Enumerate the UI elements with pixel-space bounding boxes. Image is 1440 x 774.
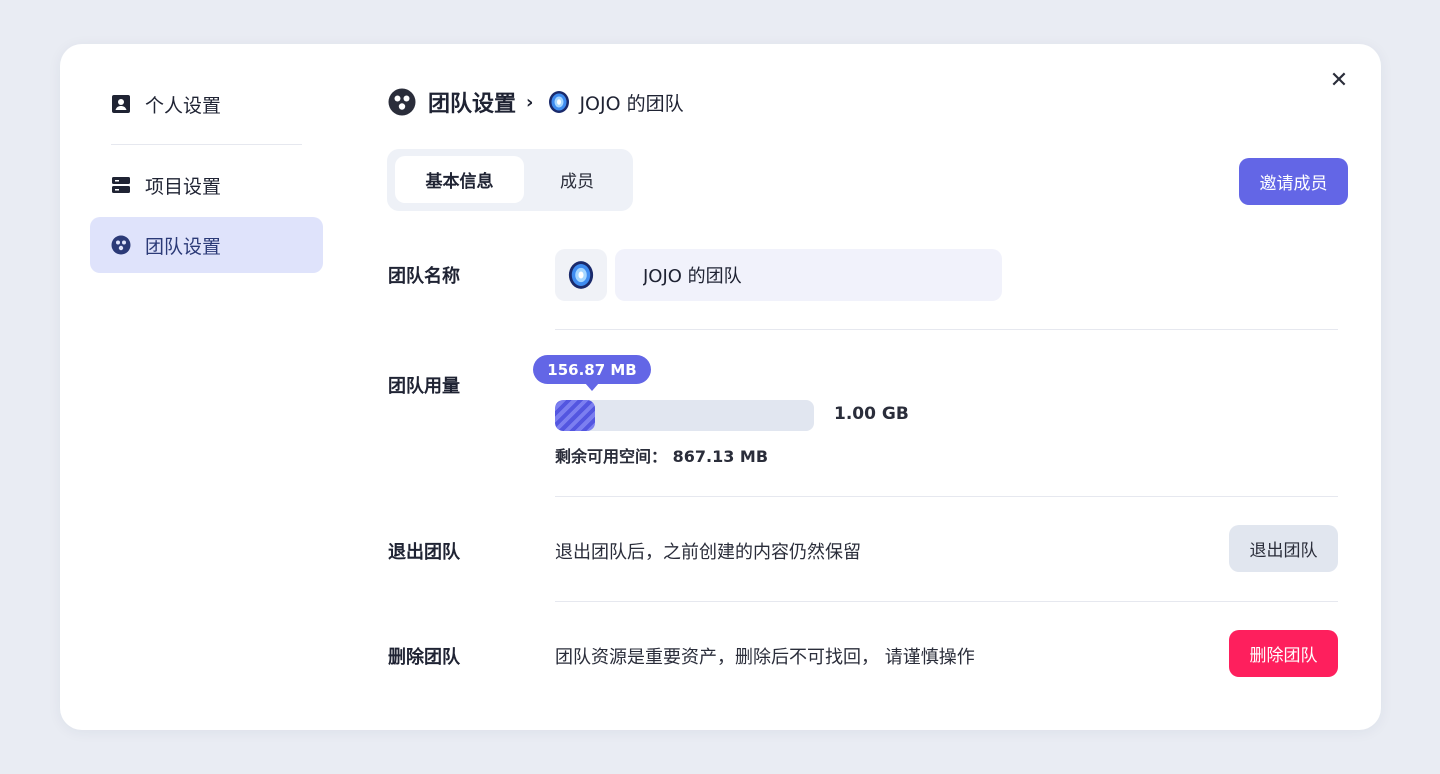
team-settings-modal xyxy=(60,44,1381,730)
sidebar-item-label: 项目设置 xyxy=(145,175,222,198)
usage-total: 1.00 GB xyxy=(834,404,909,424)
sidebar-item-project[interactable]: 项目设置 xyxy=(111,157,221,213)
invite-member-button[interactable]: 邀请成员 xyxy=(1239,158,1348,205)
usage-remaining: 剩余可用空间： 867.13 MB xyxy=(555,443,768,467)
usage-tooltip: 156.87 MB xyxy=(533,355,651,391)
leave-team-button[interactable]: 退出团队 xyxy=(1229,525,1338,572)
divider xyxy=(555,496,1338,497)
breadcrumb-team-name[interactable]: JOJO 的团队 xyxy=(579,89,683,116)
team-name-label: 团队名称 xyxy=(388,266,460,287)
team-avatar-icon xyxy=(568,261,594,289)
usage-progress-fill xyxy=(555,400,595,431)
divider xyxy=(555,329,1338,330)
page-title: 团队设置 xyxy=(428,92,517,117)
server-icon xyxy=(111,175,131,195)
leave-team-description: 退出团队后，之前创建的内容仍然保留 xyxy=(555,542,861,563)
sidebar-item-team[interactable]: 团队设置 xyxy=(90,217,323,273)
sidebar-item-personal[interactable]: 个人设置 xyxy=(111,76,221,132)
remaining-label: 剩余可用空间： xyxy=(555,447,668,466)
team-avatar-button[interactable] xyxy=(555,249,607,301)
tab-basic-info[interactable]: 基本信息 xyxy=(395,156,524,203)
remaining-value: 867.13 MB xyxy=(672,447,769,466)
divider xyxy=(555,601,1338,602)
tab-bar: 基本信息 成员 xyxy=(387,149,633,211)
close-icon[interactable]: ✕ xyxy=(1328,70,1350,92)
team-usage-label: 团队用量 xyxy=(388,376,460,397)
sidebar-divider xyxy=(111,144,302,145)
sidebar-item-label: 个人设置 xyxy=(145,94,222,117)
team-icon xyxy=(111,235,131,255)
usage-progress-bar xyxy=(555,400,814,431)
user-card-icon xyxy=(111,94,131,114)
sidebar-item-label: 团队设置 xyxy=(145,235,222,258)
breadcrumb-separator: › xyxy=(526,91,534,113)
team-avatar-icon xyxy=(547,90,571,114)
delete-team-button[interactable]: 删除团队 xyxy=(1229,630,1338,677)
leave-team-label: 退出团队 xyxy=(388,542,460,563)
team-name-input[interactable] xyxy=(615,249,1002,301)
tab-members[interactable]: 成员 xyxy=(527,156,627,203)
team-icon xyxy=(388,88,416,116)
breadcrumb: 团队设置 › JOJO 的团队 xyxy=(388,84,684,120)
delete-team-label: 删除团队 xyxy=(388,647,460,668)
delete-team-description: 团队资源是重要资产，删除后不可找回， 请谨慎操作 xyxy=(555,647,975,668)
